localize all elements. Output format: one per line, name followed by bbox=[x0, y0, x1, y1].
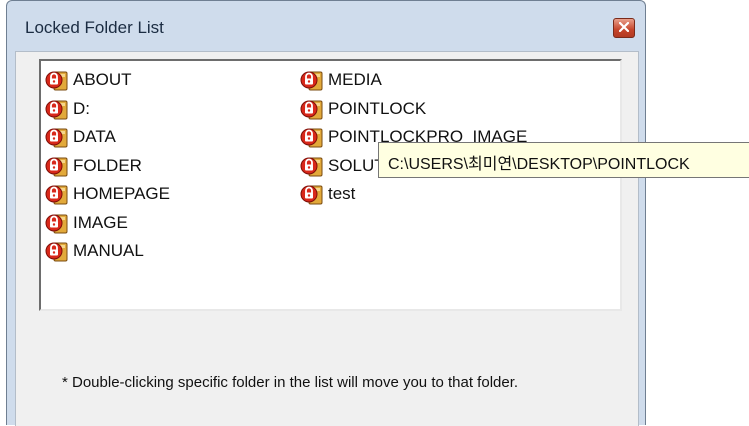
locked-folder-icon bbox=[300, 125, 328, 149]
close-icon bbox=[618, 19, 630, 37]
list-item-label: test bbox=[328, 184, 356, 204]
locked-folder-icon bbox=[300, 68, 328, 92]
list-item[interactable]: HOMEPAGE bbox=[45, 180, 170, 209]
list-item-label: DATA bbox=[73, 127, 116, 147]
locked-folder-icon bbox=[45, 239, 73, 263]
folder-path-tooltip: C:\USERS\최미연\DESKTOP\POINTLOCK bbox=[378, 142, 749, 178]
list-item[interactable]: D: bbox=[45, 95, 170, 124]
list-item[interactable]: FOLDER bbox=[45, 152, 170, 181]
list-item[interactable]: test bbox=[300, 180, 527, 209]
locked-folder-icon bbox=[45, 211, 73, 235]
list-item-label: MEDIA bbox=[328, 70, 382, 90]
list-item-label: MANUAL bbox=[73, 241, 144, 261]
dialog-body: ABOUT D: DATA FOLDER HOMEPAGE IMAGE MANUAL MED… bbox=[15, 51, 639, 426]
locked-folder-icon bbox=[45, 97, 73, 121]
locked-folder-icon bbox=[45, 182, 73, 206]
locked-folder-icon bbox=[45, 154, 73, 178]
locked-folder-icon bbox=[45, 125, 73, 149]
list-item-label: FOLDER bbox=[73, 155, 142, 175]
title-bar[interactable]: Locked Folder List bbox=[7, 1, 645, 51]
locked-folder-icon bbox=[300, 97, 328, 121]
instruction-note: * Double-clicking specific folder in the… bbox=[62, 374, 519, 391]
list-item[interactable]: DATA bbox=[45, 123, 170, 152]
locked-folder-icon bbox=[300, 182, 328, 206]
window-title: Locked Folder List bbox=[25, 18, 164, 37]
close-button[interactable] bbox=[613, 18, 635, 38]
list-column-left: ABOUT D: DATA FOLDER HOMEPAGE IMAGE MANUAL bbox=[45, 66, 170, 266]
list-item-label: ABOUT bbox=[73, 70, 132, 90]
list-item[interactable]: MANUAL bbox=[45, 237, 170, 266]
locked-folder-list-window: Locked Folder List ABOUT D: DATA FOLDER HOME… bbox=[6, 0, 646, 426]
list-item[interactable]: ABOUT bbox=[45, 66, 170, 95]
list-column-right: MEDIA POINTLOCK POINTLOCKPRO_IMAGE SOLUTION… bbox=[300, 66, 527, 209]
list-item[interactable]: MEDIA bbox=[300, 66, 527, 95]
list-item-label: POINTLOCK bbox=[328, 98, 427, 118]
list-item-label: HOMEPAGE bbox=[73, 184, 170, 204]
list-item[interactable]: IMAGE bbox=[45, 209, 170, 238]
locked-folder-icon bbox=[45, 68, 73, 92]
list-item-label: D: bbox=[73, 98, 90, 118]
locked-folder-icon bbox=[300, 154, 328, 178]
list-item-label: IMAGE bbox=[73, 212, 128, 232]
list-item[interactable]: POINTLOCK bbox=[300, 95, 527, 124]
locked-folder-listbox[interactable]: ABOUT D: DATA FOLDER HOMEPAGE IMAGE MANUAL MED… bbox=[39, 59, 622, 311]
